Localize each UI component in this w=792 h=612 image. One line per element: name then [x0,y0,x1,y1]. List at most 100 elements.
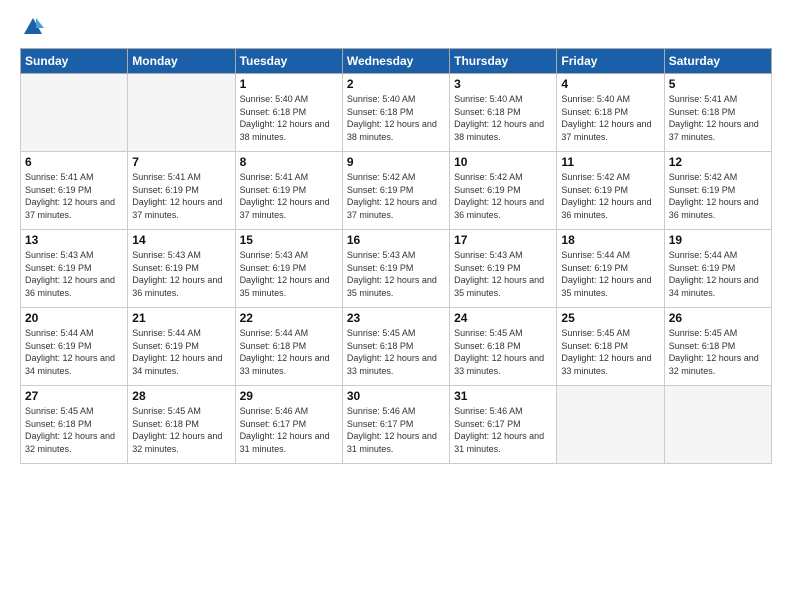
day-info: Sunrise: 5:44 AMSunset: 6:18 PMDaylight:… [240,327,338,377]
day-info: Sunrise: 5:45 AMSunset: 6:18 PMDaylight:… [561,327,659,377]
day-info: Sunrise: 5:45 AMSunset: 6:18 PMDaylight:… [347,327,445,377]
calendar-cell [664,386,771,464]
day-info: Sunrise: 5:45 AMSunset: 6:18 PMDaylight:… [132,405,230,455]
day-number: 15 [240,233,338,247]
calendar-cell: 21 Sunrise: 5:44 AMSunset: 6:19 PMDayligh… [128,308,235,386]
day-info: Sunrise: 5:45 AMSunset: 6:18 PMDaylight:… [669,327,767,377]
day-number: 23 [347,311,445,325]
header [20,16,772,38]
calendar-page: SundayMondayTuesdayWednesdayThursdayFrid… [0,0,792,612]
day-info: Sunrise: 5:44 AMSunset: 6:19 PMDaylight:… [132,327,230,377]
day-number: 20 [25,311,123,325]
day-number: 24 [454,311,552,325]
day-info: Sunrise: 5:40 AMSunset: 6:18 PMDaylight:… [561,93,659,143]
week-row-1: 6Sunrise: 5:41 AMSunset: 6:19 PMDaylight… [21,152,772,230]
calendar-cell: 15Sunrise: 5:43 AMSunset: 6:19 PMDayligh… [235,230,342,308]
day-info: Sunrise: 5:43 AMSunset: 6:19 PMDaylight:… [454,249,552,299]
calendar-cell: 7 Sunrise: 5:41 AMSunset: 6:19 PMDaylight… [128,152,235,230]
calendar-cell: 6Sunrise: 5:41 AMSunset: 6:19 PMDaylight… [21,152,128,230]
day-number: 10 [454,155,552,169]
weekday-header-row: SundayMondayTuesdayWednesdayThursdayFrid… [21,49,772,74]
calendar-cell: 29Sunrise: 5:46 AMSunset: 6:17 PMDayligh… [235,386,342,464]
day-number: 3 [454,77,552,91]
day-info: Sunrise: 5:42 AMSunset: 6:19 PMDaylight:… [454,171,552,221]
weekday-header-friday: Friday [557,49,664,74]
day-number: 2 [347,77,445,91]
day-info: Sunrise: 5:41 AMSunset: 6:19 PMDaylight:… [132,171,230,221]
day-number: 4 [561,77,659,91]
calendar-cell: 12Sunrise: 5:42 AMSunset: 6:19 PMDayligh… [664,152,771,230]
calendar-cell: 18 Sunrise: 5:44 AMSunset: 6:19 PMDayligh… [557,230,664,308]
calendar-cell [21,74,128,152]
day-info: Sunrise: 5:44 AMSunset: 6:19 PMDaylight:… [561,249,659,299]
day-number: 27 [25,389,123,403]
calendar-cell: 30 Sunrise: 5:46 AMSunset: 6:17 PMDayligh… [342,386,449,464]
day-number: 8 [240,155,338,169]
day-number: 7 [132,155,230,169]
weekday-header-thursday: Thursday [450,49,557,74]
day-number: 29 [240,389,338,403]
day-info: Sunrise: 5:45 AMSunset: 6:18 PMDaylight:… [25,405,123,455]
calendar-cell: 5 Sunrise: 5:41 AMSunset: 6:18 PMDaylight… [664,74,771,152]
calendar-cell: 14 Sunrise: 5:43 AMSunset: 6:19 PMDayligh… [128,230,235,308]
day-number: 31 [454,389,552,403]
day-info: Sunrise: 5:46 AMSunset: 6:17 PMDaylight:… [454,405,552,455]
calendar-cell: 9 Sunrise: 5:42 AMSunset: 6:19 PMDaylight… [342,152,449,230]
day-info: Sunrise: 5:41 AMSunset: 6:19 PMDaylight:… [240,171,338,221]
calendar-cell: 26 Sunrise: 5:45 AMSunset: 6:18 PMDayligh… [664,308,771,386]
week-row-4: 27 Sunrise: 5:45 AMSunset: 6:18 PMDayligh… [21,386,772,464]
calendar-cell: 24Sunrise: 5:45 AMSunset: 6:18 PMDayligh… [450,308,557,386]
day-info: Sunrise: 5:42 AMSunset: 6:19 PMDaylight:… [561,171,659,221]
week-row-2: 13 Sunrise: 5:43 AMSunset: 6:19 PMDayligh… [21,230,772,308]
calendar-cell: 25 Sunrise: 5:45 AMSunset: 6:18 PMDayligh… [557,308,664,386]
day-number: 1 [240,77,338,91]
calendar-cell: 2 Sunrise: 5:40 AMSunset: 6:18 PMDaylight… [342,74,449,152]
calendar-cell [128,74,235,152]
day-number: 12 [669,155,767,169]
day-number: 25 [561,311,659,325]
weekday-header-monday: Monday [128,49,235,74]
weekday-header-sunday: Sunday [21,49,128,74]
day-number: 13 [25,233,123,247]
day-info: Sunrise: 5:43 AMSunset: 6:19 PMDaylight:… [25,249,123,299]
weekday-header-wednesday: Wednesday [342,49,449,74]
calendar-cell: 20Sunrise: 5:44 AMSunset: 6:19 PMDayligh… [21,308,128,386]
calendar-cell: 16 Sunrise: 5:43 AMSunset: 6:19 PMDayligh… [342,230,449,308]
day-number: 19 [669,233,767,247]
day-number: 11 [561,155,659,169]
logo-icon [22,16,44,38]
calendar-cell: 11 Sunrise: 5:42 AMSunset: 6:19 PMDayligh… [557,152,664,230]
day-number: 26 [669,311,767,325]
day-number: 5 [669,77,767,91]
day-number: 16 [347,233,445,247]
calendar-cell: 22 Sunrise: 5:44 AMSunset: 6:18 PMDayligh… [235,308,342,386]
calendar-cell: 19 Sunrise: 5:44 AMSunset: 6:19 PMDayligh… [664,230,771,308]
day-number: 30 [347,389,445,403]
calendar-cell: 27 Sunrise: 5:45 AMSunset: 6:18 PMDayligh… [21,386,128,464]
day-info: Sunrise: 5:43 AMSunset: 6:19 PMDaylight:… [132,249,230,299]
day-number: 18 [561,233,659,247]
calendar-cell: 17 Sunrise: 5:43 AMSunset: 6:19 PMDayligh… [450,230,557,308]
calendar-cell: 4 Sunrise: 5:40 AMSunset: 6:18 PMDaylight… [557,74,664,152]
day-info: Sunrise: 5:40 AMSunset: 6:18 PMDaylight:… [347,93,445,143]
day-info: Sunrise: 5:43 AMSunset: 6:19 PMDaylight:… [347,249,445,299]
calendar-cell: 13 Sunrise: 5:43 AMSunset: 6:19 PMDayligh… [21,230,128,308]
day-number: 28 [132,389,230,403]
calendar-cell [557,386,664,464]
day-number: 21 [132,311,230,325]
day-number: 14 [132,233,230,247]
day-number: 17 [454,233,552,247]
day-info: Sunrise: 5:44 AMSunset: 6:19 PMDaylight:… [669,249,767,299]
logo [20,16,44,38]
calendar-cell: 10 Sunrise: 5:42 AMSunset: 6:19 PMDayligh… [450,152,557,230]
day-info: Sunrise: 5:46 AMSunset: 6:17 PMDaylight:… [347,405,445,455]
calendar-cell: 31 Sunrise: 5:46 AMSunset: 6:17 PMDayligh… [450,386,557,464]
calendar-cell: 1Sunrise: 5:40 AMSunset: 6:18 PMDaylight… [235,74,342,152]
day-info: Sunrise: 5:42 AMSunset: 6:19 PMDaylight:… [347,171,445,221]
day-number: 22 [240,311,338,325]
week-row-3: 20 Sunrise: 5:44 AMSunset: 6:19 PMDayligh… [21,308,772,386]
day-info: Sunrise: 5:41 AMSunset: 6:19 PMDaylight:… [25,171,123,221]
day-number: 9 [347,155,445,169]
calendar-cell: 23 Sunrise: 5:45 AMSunset: 6:18 PMDayligh… [342,308,449,386]
day-info: Sunrise: 5:41 AMSunset: 6:18 PMDaylight:… [669,93,767,143]
